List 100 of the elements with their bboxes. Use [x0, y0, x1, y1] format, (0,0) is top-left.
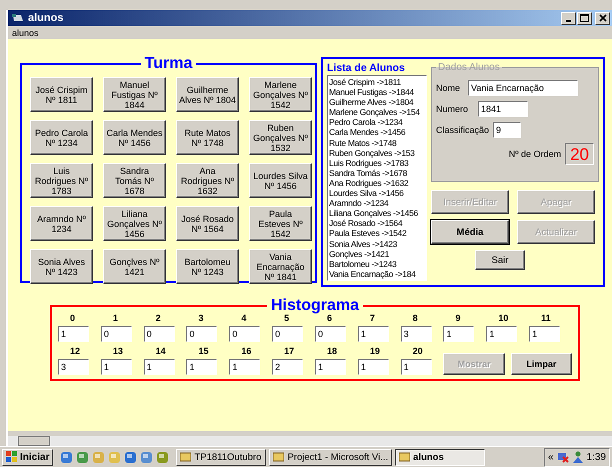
- list-item[interactable]: José Crispim ->1811: [329, 77, 425, 88]
- minimize-button[interactable]: [561, 12, 576, 24]
- list-item[interactable]: Bartolomeu ->1243: [329, 258, 425, 269]
- count-field[interactable]: 1: [486, 326, 518, 342]
- bin-label: 15: [198, 346, 208, 356]
- list-item[interactable]: Aramndo ->1234: [329, 198, 425, 208]
- quick-launch-icon[interactable]: [124, 450, 138, 464]
- count-field[interactable]: 1: [229, 359, 260, 375]
- student-button[interactable]: Guilherme Alves Nº 1804: [176, 77, 239, 112]
- quick-launch-icon[interactable]: [140, 450, 154, 464]
- frame-title: Turma: [144, 57, 194, 71]
- menu-item[interactable]: alunos: [12, 28, 39, 38]
- list-item[interactable]: Ana Rodrigues ->1632: [329, 178, 425, 188]
- maximize-button[interactable]: [577, 12, 592, 24]
- student-button[interactable]: Manuel Fustigas Nº 1844: [103, 77, 166, 112]
- list-item[interactable]: Vania Encarnação ->184: [329, 268, 425, 279]
- grade-field[interactable]: 9: [493, 122, 522, 138]
- action-button[interactable]: Média: [431, 220, 509, 244]
- list-item[interactable]: Sandra Tomás ->1678: [329, 168, 425, 178]
- list-item[interactable]: Manuel Fustigas ->1844: [329, 87, 425, 98]
- count-field[interactable]: 1: [100, 359, 132, 375]
- bin-label: 12: [70, 346, 80, 356]
- network-error-icon[interactable]: [556, 451, 569, 464]
- list-item[interactable]: Carla Mendes ->1456: [329, 127, 425, 138]
- student-button[interactable]: Pedro Carola Nº 1234: [30, 120, 93, 155]
- window-icon: [273, 452, 284, 462]
- bin-label: 9: [455, 313, 460, 323]
- count-field[interactable]: 1: [186, 359, 218, 375]
- student-button[interactable]: Liliana Gonçalves Nº 1456: [103, 206, 166, 241]
- count-field[interactable]: 3: [400, 326, 432, 342]
- count-field[interactable]: 1: [144, 359, 175, 375]
- taskbar-button[interactable]: Project1 - Microsoft Vi...: [269, 448, 392, 466]
- student-button[interactable]: Carla Mendes Nº 1456: [103, 120, 166, 155]
- count-field[interactable]: 1: [58, 326, 89, 342]
- student-button[interactable]: Luis Rodrigues Nº 1783: [30, 163, 93, 198]
- list-item[interactable]: Liliana Gonçalves ->1456: [329, 208, 425, 218]
- student-button[interactable]: Marlene Gonçalves Nº 1542: [249, 77, 312, 112]
- frame-title: Dados Alunos: [437, 62, 501, 73]
- count-field[interactable]: 1: [358, 326, 389, 342]
- student-button[interactable]: Ruben Gonçalves Nº 1532: [249, 120, 312, 155]
- student-button[interactable]: Aramndo Nº 1234: [30, 206, 93, 241]
- user-icon[interactable]: [572, 451, 584, 464]
- student-button[interactable]: José Crispim Nº 1811: [30, 77, 93, 112]
- horizontal-scrollbar[interactable]: [8, 435, 612, 446]
- taskbar-button[interactable]: TP1811Outubro: [176, 448, 266, 466]
- start-button[interactable]: Iniciar: [2, 448, 54, 466]
- name-field[interactable]: Vania Encarnação: [468, 80, 578, 96]
- count-field[interactable]: 0: [186, 326, 218, 342]
- count-field[interactable]: 1: [529, 326, 560, 342]
- list-item[interactable]: Pedro Carola ->1234: [329, 117, 425, 128]
- bin-label: 0: [70, 313, 76, 323]
- student-button[interactable]: Lourdes Silva Nº 1456: [249, 163, 312, 198]
- count-field[interactable]: 2: [272, 359, 304, 375]
- count-field[interactable]: 0: [272, 326, 304, 342]
- frame-title: Histograma: [270, 299, 360, 313]
- list-item[interactable]: Luis Rodrigues ->1783: [329, 158, 425, 168]
- list-item[interactable]: Ruben Gonçalves ->153: [329, 148, 425, 158]
- field-label: Numero: [436, 104, 468, 114]
- count-field[interactable]: 0: [100, 326, 132, 342]
- count-field[interactable]: 1: [314, 359, 346, 375]
- list-item[interactable]: Marlene Gonçalves ->154: [329, 107, 425, 118]
- count-field[interactable]: 1: [358, 359, 389, 375]
- student-button[interactable]: José Rosado Nº 1564: [176, 206, 239, 241]
- list-item[interactable]: Sonia Alves ->1423: [329, 238, 425, 249]
- list-item[interactable]: Gonçlves ->1421: [329, 248, 425, 259]
- student-button[interactable]: Ana Rodrigues Nº 1632: [176, 163, 239, 198]
- student-button[interactable]: Bartolomeu Nº 1243: [176, 249, 239, 284]
- field-label: Nome: [436, 83, 460, 93]
- count-field[interactable]: 0: [314, 326, 346, 342]
- quick-launch-icon[interactable]: [76, 450, 90, 464]
- window-icon: [12, 13, 24, 23]
- list-item[interactable]: José Rosado ->1564: [329, 218, 425, 228]
- student-button[interactable]: Vania Encarnação Nº 1841: [249, 249, 312, 284]
- quick-launch-icon[interactable]: [60, 450, 74, 464]
- student-list[interactable]: [327, 75, 427, 281]
- exit-button[interactable]: Sair: [475, 250, 525, 270]
- bin-label: 8: [412, 313, 418, 323]
- order-number: 20: [565, 143, 594, 165]
- student-button[interactable]: Sandra Tomás Nº 1678: [103, 163, 166, 198]
- bin-label: 17: [284, 346, 294, 356]
- count-field[interactable]: 1: [400, 359, 432, 375]
- student-button[interactable]: Paula Esteves Nº 1542: [249, 206, 312, 241]
- list-item[interactable]: Rute Matos ->1748: [329, 138, 425, 148]
- student-button[interactable]: Rute Matos Nº 1748: [176, 120, 239, 155]
- list-item[interactable]: Lourdes Silva ->1456: [329, 188, 425, 198]
- student-button[interactable]: Sonia Alves Nº 1423: [30, 249, 93, 284]
- quick-launch-icon[interactable]: [156, 450, 170, 464]
- list-item[interactable]: Paula Esteves ->1542: [329, 228, 425, 238]
- count-field[interactable]: 3: [58, 359, 89, 375]
- taskbar-button[interactable]: alunos: [395, 448, 486, 466]
- count-field[interactable]: 0: [144, 326, 175, 342]
- student-button[interactable]: Gonçlves Nº 1421: [103, 249, 166, 284]
- bin-label: 10: [498, 313, 508, 323]
- list-item[interactable]: Guilherme Alves ->1804: [329, 97, 425, 108]
- expand-tray-button[interactable]: «: [548, 452, 554, 463]
- close-button[interactable]: [595, 12, 610, 24]
- histogram-button[interactable]: Limpar: [510, 353, 572, 375]
- count-field[interactable]: 1: [443, 326, 474, 342]
- count-field[interactable]: 0: [229, 326, 260, 342]
- number-field[interactable]: 1841: [478, 101, 528, 117]
